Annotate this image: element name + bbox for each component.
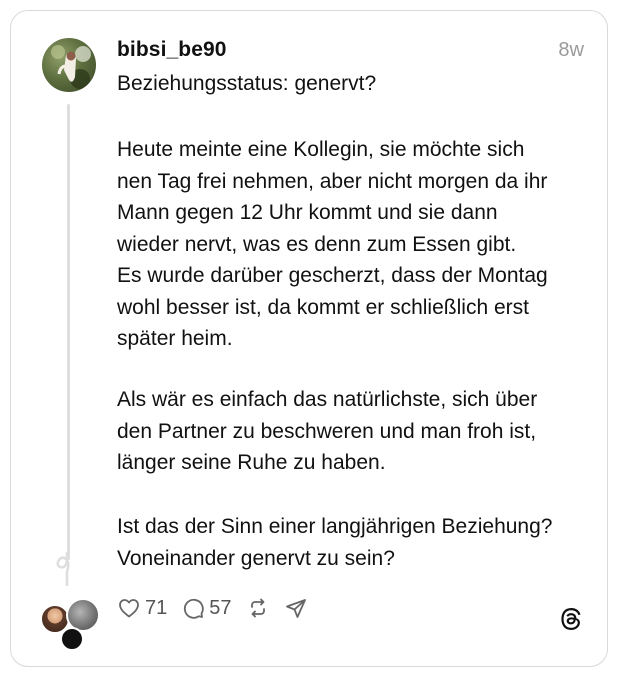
thread-curl-icon: [56, 552, 70, 586]
comment-icon: [184, 598, 204, 619]
share-button[interactable]: [284, 596, 308, 620]
post-paragraph-3: Ist das der Sinn einer langjährigen Bezi…: [117, 515, 553, 570]
heart-icon: [119, 599, 139, 618]
replier-avatars[interactable]: [38, 598, 100, 651]
avatar-image: [51, 45, 91, 89]
like-button[interactable]: 71: [117, 596, 167, 620]
author-username[interactable]: bibsi_be90: [117, 38, 227, 62]
like-count: 71: [145, 596, 168, 619]
replier-avatar-3: [60, 627, 84, 651]
send-icon: [285, 599, 306, 618]
author-avatar[interactable]: [42, 38, 96, 92]
post-actions: 71 57: [117, 594, 308, 622]
repost-icon: [250, 598, 265, 618]
post-time: 8w: [558, 39, 584, 61]
post-title: Beziehungsstatus: genervt?: [117, 72, 377, 95]
post-paragraph-1: Heute meinte eine Kollegin, sie möchte s…: [117, 138, 548, 350]
threads-logo-icon[interactable]: [558, 606, 584, 632]
thread-line: [67, 104, 70, 560]
post-paragraph-2: Als wär es einfach das natürlichste, sic…: [117, 388, 538, 474]
reply-count: 57: [209, 596, 232, 619]
repost-button[interactable]: [246, 596, 270, 620]
reply-button[interactable]: 57: [181, 596, 232, 620]
